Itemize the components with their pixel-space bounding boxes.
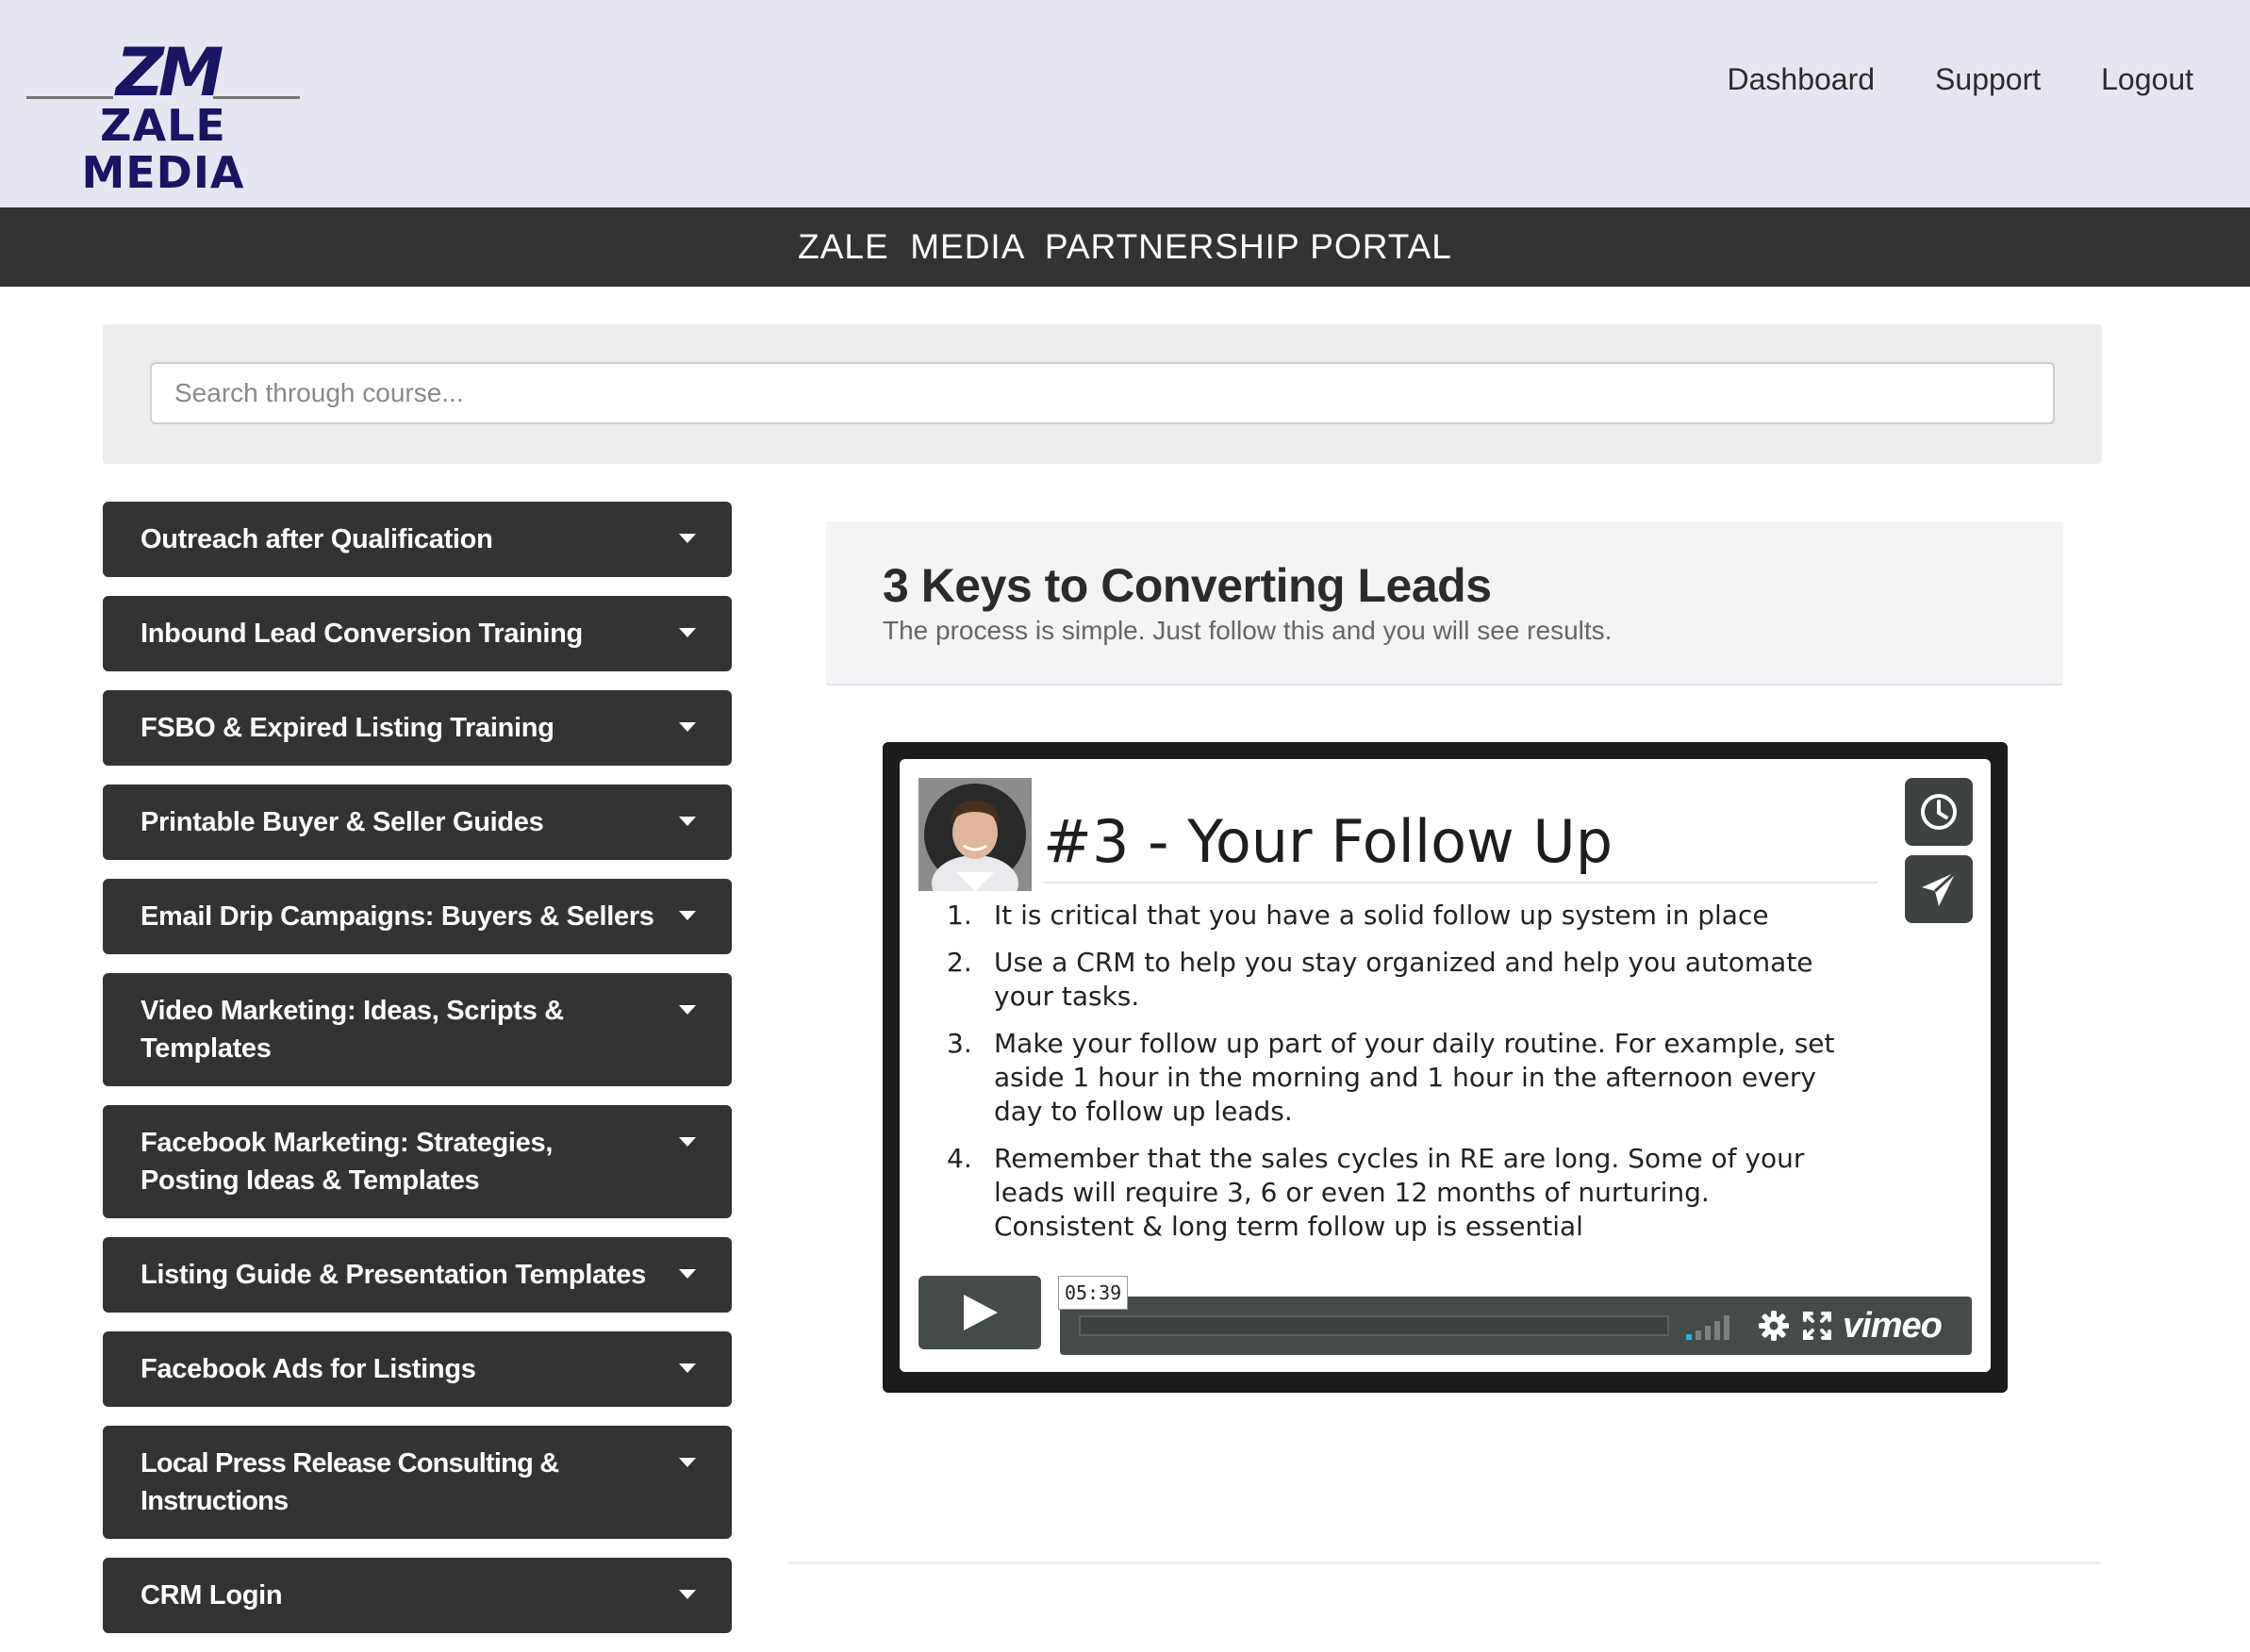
list-item: 2. Use a CRM to help you stay organized a… [947, 946, 1852, 1014]
volume-bars-icon[interactable] [1686, 1313, 1733, 1340]
nav-dashboard-link[interactable]: Dashboard [1728, 57, 1876, 102]
sidebar-item-label: Printable Buyer & Seller Guides [141, 807, 544, 837]
top-nav: Dashboard Support Logout [1728, 57, 2194, 102]
sidebar-item-label: Outreach after Qualification [141, 524, 493, 554]
presenter-avatar[interactable] [918, 778, 1032, 891]
caret-down-icon [679, 1590, 696, 1599]
step-text: Use a CRM to help you stay organized and… [994, 947, 1813, 1012]
portal-banner: ZALE MEDIA PARTNERSHIP PORTAL [0, 207, 2250, 287]
sidebar-item-label: Video Marketing: Ideas, Scripts & Templa… [141, 996, 564, 1064]
nav-support-link[interactable]: Support [1935, 57, 2041, 102]
sidebar-item-facebook-marketing[interactable]: Facebook Marketing: Strategies, Posting … [103, 1105, 732, 1218]
lesson-title: 3 Keys to Converting Leads [883, 559, 1492, 612]
sidebar-item-label: Listing Guide & Presentation Templates [141, 1260, 646, 1290]
follow-up-steps: 1. It is critical that you have a solid f… [947, 899, 1852, 1257]
list-item: 3. Make your follow up part of your daily… [947, 1027, 1852, 1129]
logo-name: ZALE MEDIA [81, 100, 245, 198]
lesson-subtitle: The process is simple. Just follow this … [883, 616, 1613, 645]
video-duration-badge: 05:39 [1058, 1276, 1129, 1310]
caret-down-icon [679, 628, 696, 637]
progress-track[interactable] [1079, 1315, 1669, 1336]
title-divider [1043, 882, 1878, 884]
sidebar-item-label: Facebook Marketing: Strategies, Posting … [141, 1128, 554, 1196]
sidebar-item-fsbo-expired[interactable]: FSBO & Expired Listing Training [103, 690, 732, 766]
sidebar-item-inbound-lead-conversion[interactable]: Inbound Lead Conversion Training [103, 596, 732, 671]
video-title: #3 - Your Follow Up [1043, 807, 1613, 876]
fullscreen-icon[interactable] [1801, 1310, 1833, 1342]
step-number: 4. [947, 1143, 972, 1174]
caret-down-icon [679, 817, 696, 826]
zale-media-logo[interactable]: ZM ZALE MEDIA [26, 34, 300, 196]
sidebar-item-label: Local Press Release Consulting & Instruc… [141, 1448, 559, 1516]
course-search-input[interactable] [150, 362, 2055, 424]
caret-down-icon [679, 1458, 696, 1467]
video-player[interactable]: #3 - Your Follow Up 1. It is critical tha… [883, 742, 2008, 1393]
play-icon [964, 1295, 998, 1330]
play-button[interactable] [918, 1276, 1041, 1349]
logo-line-right [213, 96, 300, 99]
share-button[interactable] [1905, 855, 1973, 923]
video-screen[interactable]: #3 - Your Follow Up 1. It is critical tha… [900, 759, 1991, 1372]
step-number: 2. [947, 947, 972, 978]
sidebar-item-facebook-ads[interactable]: Facebook Ads for Listings [103, 1331, 732, 1407]
sidebar-item-label: CRM Login [141, 1580, 283, 1611]
sidebar-item-printable-guides[interactable]: Printable Buyer & Seller Guides [103, 785, 732, 860]
sidebar-item-crm-login[interactable]: CRM Login [103, 1558, 732, 1633]
watch-later-button[interactable] [1905, 778, 1973, 846]
course-sidebar: Outreach after Qualification Inbound Lea… [103, 502, 732, 1652]
paper-plane-icon [1922, 870, 1958, 906]
clock-icon [1921, 794, 1957, 830]
site-header: ZM ZALE MEDIA Dashboard Support Logout [0, 0, 2250, 207]
presenter-portrait-icon [918, 778, 1032, 891]
sidebar-item-label: Inbound Lead Conversion Training [141, 619, 583, 649]
caret-down-icon [679, 1005, 696, 1015]
sidebar-item-label: Email Drip Campaigns: Buyers & Sellers [141, 901, 654, 932]
logo-monogram: ZM [116, 34, 223, 111]
sidebar-item-press-release[interactable]: Local Press Release Consulting & Instruc… [103, 1426, 732, 1539]
sidebar-item-label: FSBO & Expired Listing Training [141, 713, 554, 743]
sidebar-item-email-drip[interactable]: Email Drip Campaigns: Buyers & Sellers [103, 879, 732, 954]
sidebar-item-video-marketing[interactable]: Video Marketing: Ideas, Scripts & Templa… [103, 973, 732, 1086]
vimeo-logo[interactable]: vimeo [1843, 1306, 1943, 1346]
caret-down-icon [679, 722, 696, 732]
sidebar-item-listing-guide[interactable]: Listing Guide & Presentation Templates [103, 1237, 732, 1313]
search-panel [103, 324, 2102, 464]
gear-icon[interactable] [1758, 1310, 1790, 1342]
list-item: 4. Remember that the sales cycles in RE a… [947, 1142, 1852, 1244]
step-text: It is critical that you have a solid fol… [994, 900, 1769, 931]
sidebar-item-label: Facebook Ads for Listings [141, 1354, 476, 1384]
caret-down-icon [679, 1137, 696, 1147]
player-control-bar: vimeo [1060, 1297, 1972, 1355]
step-text: Make your follow up part of your daily r… [994, 1028, 1835, 1127]
logo-line-left [26, 96, 113, 99]
caret-down-icon [679, 534, 696, 543]
caret-down-icon [679, 1363, 696, 1373]
lesson-header: 3 Keys to Converting Leads The process i… [826, 521, 2063, 686]
caret-down-icon [679, 911, 696, 920]
list-item: 1. It is critical that you have a solid f… [947, 899, 1852, 933]
step-number: 3. [947, 1028, 972, 1059]
nav-logout-link[interactable]: Logout [2101, 57, 2193, 102]
sidebar-item-outreach-after-qualification[interactable]: Outreach after Qualification [103, 502, 732, 577]
caret-down-icon [679, 1269, 696, 1279]
step-text: Remember that the sales cycles in RE are… [994, 1143, 1805, 1242]
step-number: 1. [947, 900, 972, 931]
